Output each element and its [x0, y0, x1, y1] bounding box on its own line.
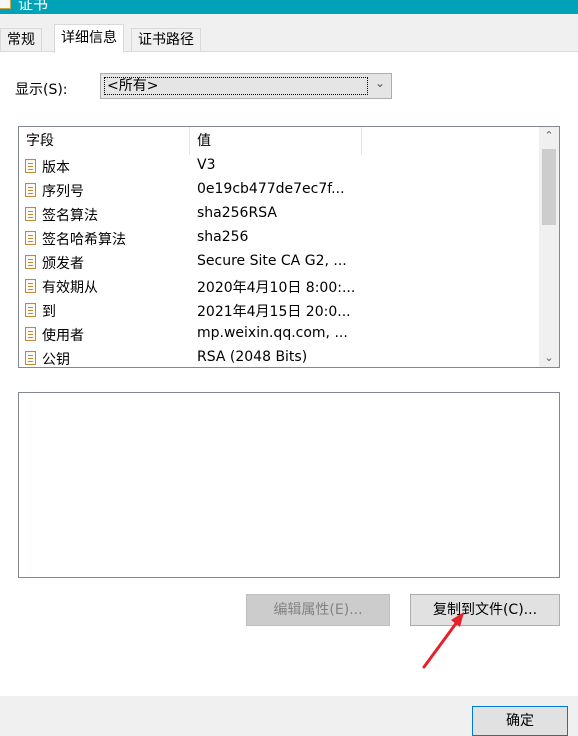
certificate-field-icon [25, 351, 36, 365]
certificate-field-icon [25, 207, 36, 221]
list-item[interactable]: 使用者 mp.weixin.qq.com, ... [19, 323, 539, 347]
list-item[interactable]: 到 2021年4月15日 20:0... [19, 299, 539, 323]
show-dropdown-value: <所有> [104, 77, 368, 95]
certificate-field-icon [25, 279, 36, 293]
tab-details[interactable]: 详细信息 [54, 24, 124, 53]
certificate-field-icon [25, 327, 36, 341]
show-label: 显示(S): [15, 82, 68, 98]
vertical-scrollbar[interactable]: ⌃ ⌄ [539, 127, 559, 367]
column-header-field[interactable]: 字段 [26, 127, 54, 155]
field-name: 公钥 [42, 352, 70, 368]
certificate-field-icon [25, 159, 36, 173]
list-item[interactable]: 版本 V3 [19, 155, 539, 179]
field-name: 序列号 [42, 184, 84, 200]
show-dropdown[interactable]: <所有> ⌄ [100, 73, 392, 99]
edit-properties-button[interactable]: 编辑属性(E)... [246, 594, 390, 626]
fields-list[interactable]: 字段 值 版本 V3 序列号 0e19cb477de7ec7f... 签名算法 … [18, 126, 560, 368]
tab-certification-path[interactable]: 证书路径 [131, 28, 201, 52]
list-item[interactable]: 颁发者 Secure Site CA G2, ... [19, 251, 539, 275]
field-value: V3 [197, 157, 216, 173]
scroll-thumb[interactable] [542, 149, 556, 225]
column-divider[interactable] [189, 127, 190, 155]
field-name: 到 [42, 304, 56, 320]
field-value: sha256RSA [197, 205, 277, 221]
field-value: RSA (2048 Bits) [197, 349, 308, 365]
field-value: sha256 [197, 229, 249, 245]
certificate-field-icon [25, 255, 36, 269]
list-header: 字段 值 [19, 127, 539, 155]
window-title: 证书 [18, 0, 49, 13]
tab-general[interactable]: 常规 [0, 28, 42, 52]
field-name: 颁发者 [42, 256, 84, 272]
certificate-icon [0, 0, 11, 9]
field-value: Secure Site CA G2, ... [197, 253, 347, 269]
field-detail-box[interactable] [18, 392, 560, 578]
list-item[interactable]: 公钥 RSA (2048 Bits) [19, 347, 539, 368]
column-header-value[interactable]: 值 [197, 127, 211, 155]
field-name: 签名算法 [42, 208, 98, 224]
field-name: 版本 [42, 160, 70, 176]
field-value: 2021年4月15日 20:0... [197, 304, 351, 320]
field-value: 0e19cb477de7ec7f... [197, 181, 345, 197]
field-name: 使用者 [42, 328, 84, 344]
chevron-up-icon[interactable]: ⌃ [539, 127, 559, 145]
field-value: 2020年4月10日 8:00:... [197, 280, 356, 296]
list-item[interactable]: 签名算法 sha256RSA [19, 203, 539, 227]
field-name: 签名哈希算法 [42, 232, 126, 248]
list-item[interactable]: 有效期从 2020年4月10日 8:00:... [19, 275, 539, 299]
chevron-down-icon: ⌄ [374, 76, 385, 90]
certificate-field-icon [25, 303, 36, 317]
chevron-down-icon[interactable]: ⌄ [539, 349, 559, 367]
tab-strip: 常规 详细信息 证书路径 [0, 24, 578, 53]
field-name: 有效期从 [42, 280, 98, 296]
title-bar: 证书 [0, 0, 578, 14]
copy-to-file-button[interactable]: 复制到文件(C)... [410, 594, 560, 626]
certificate-field-icon [25, 231, 36, 245]
certificate-field-icon [25, 183, 36, 197]
list-item[interactable]: 签名哈希算法 sha256 [19, 227, 539, 251]
field-value: mp.weixin.qq.com, ... [197, 325, 348, 341]
ok-button[interactable]: 确定 [472, 706, 568, 736]
list-item[interactable]: 序列号 0e19cb477de7ec7f... [19, 179, 539, 203]
column-divider[interactable] [361, 127, 362, 155]
